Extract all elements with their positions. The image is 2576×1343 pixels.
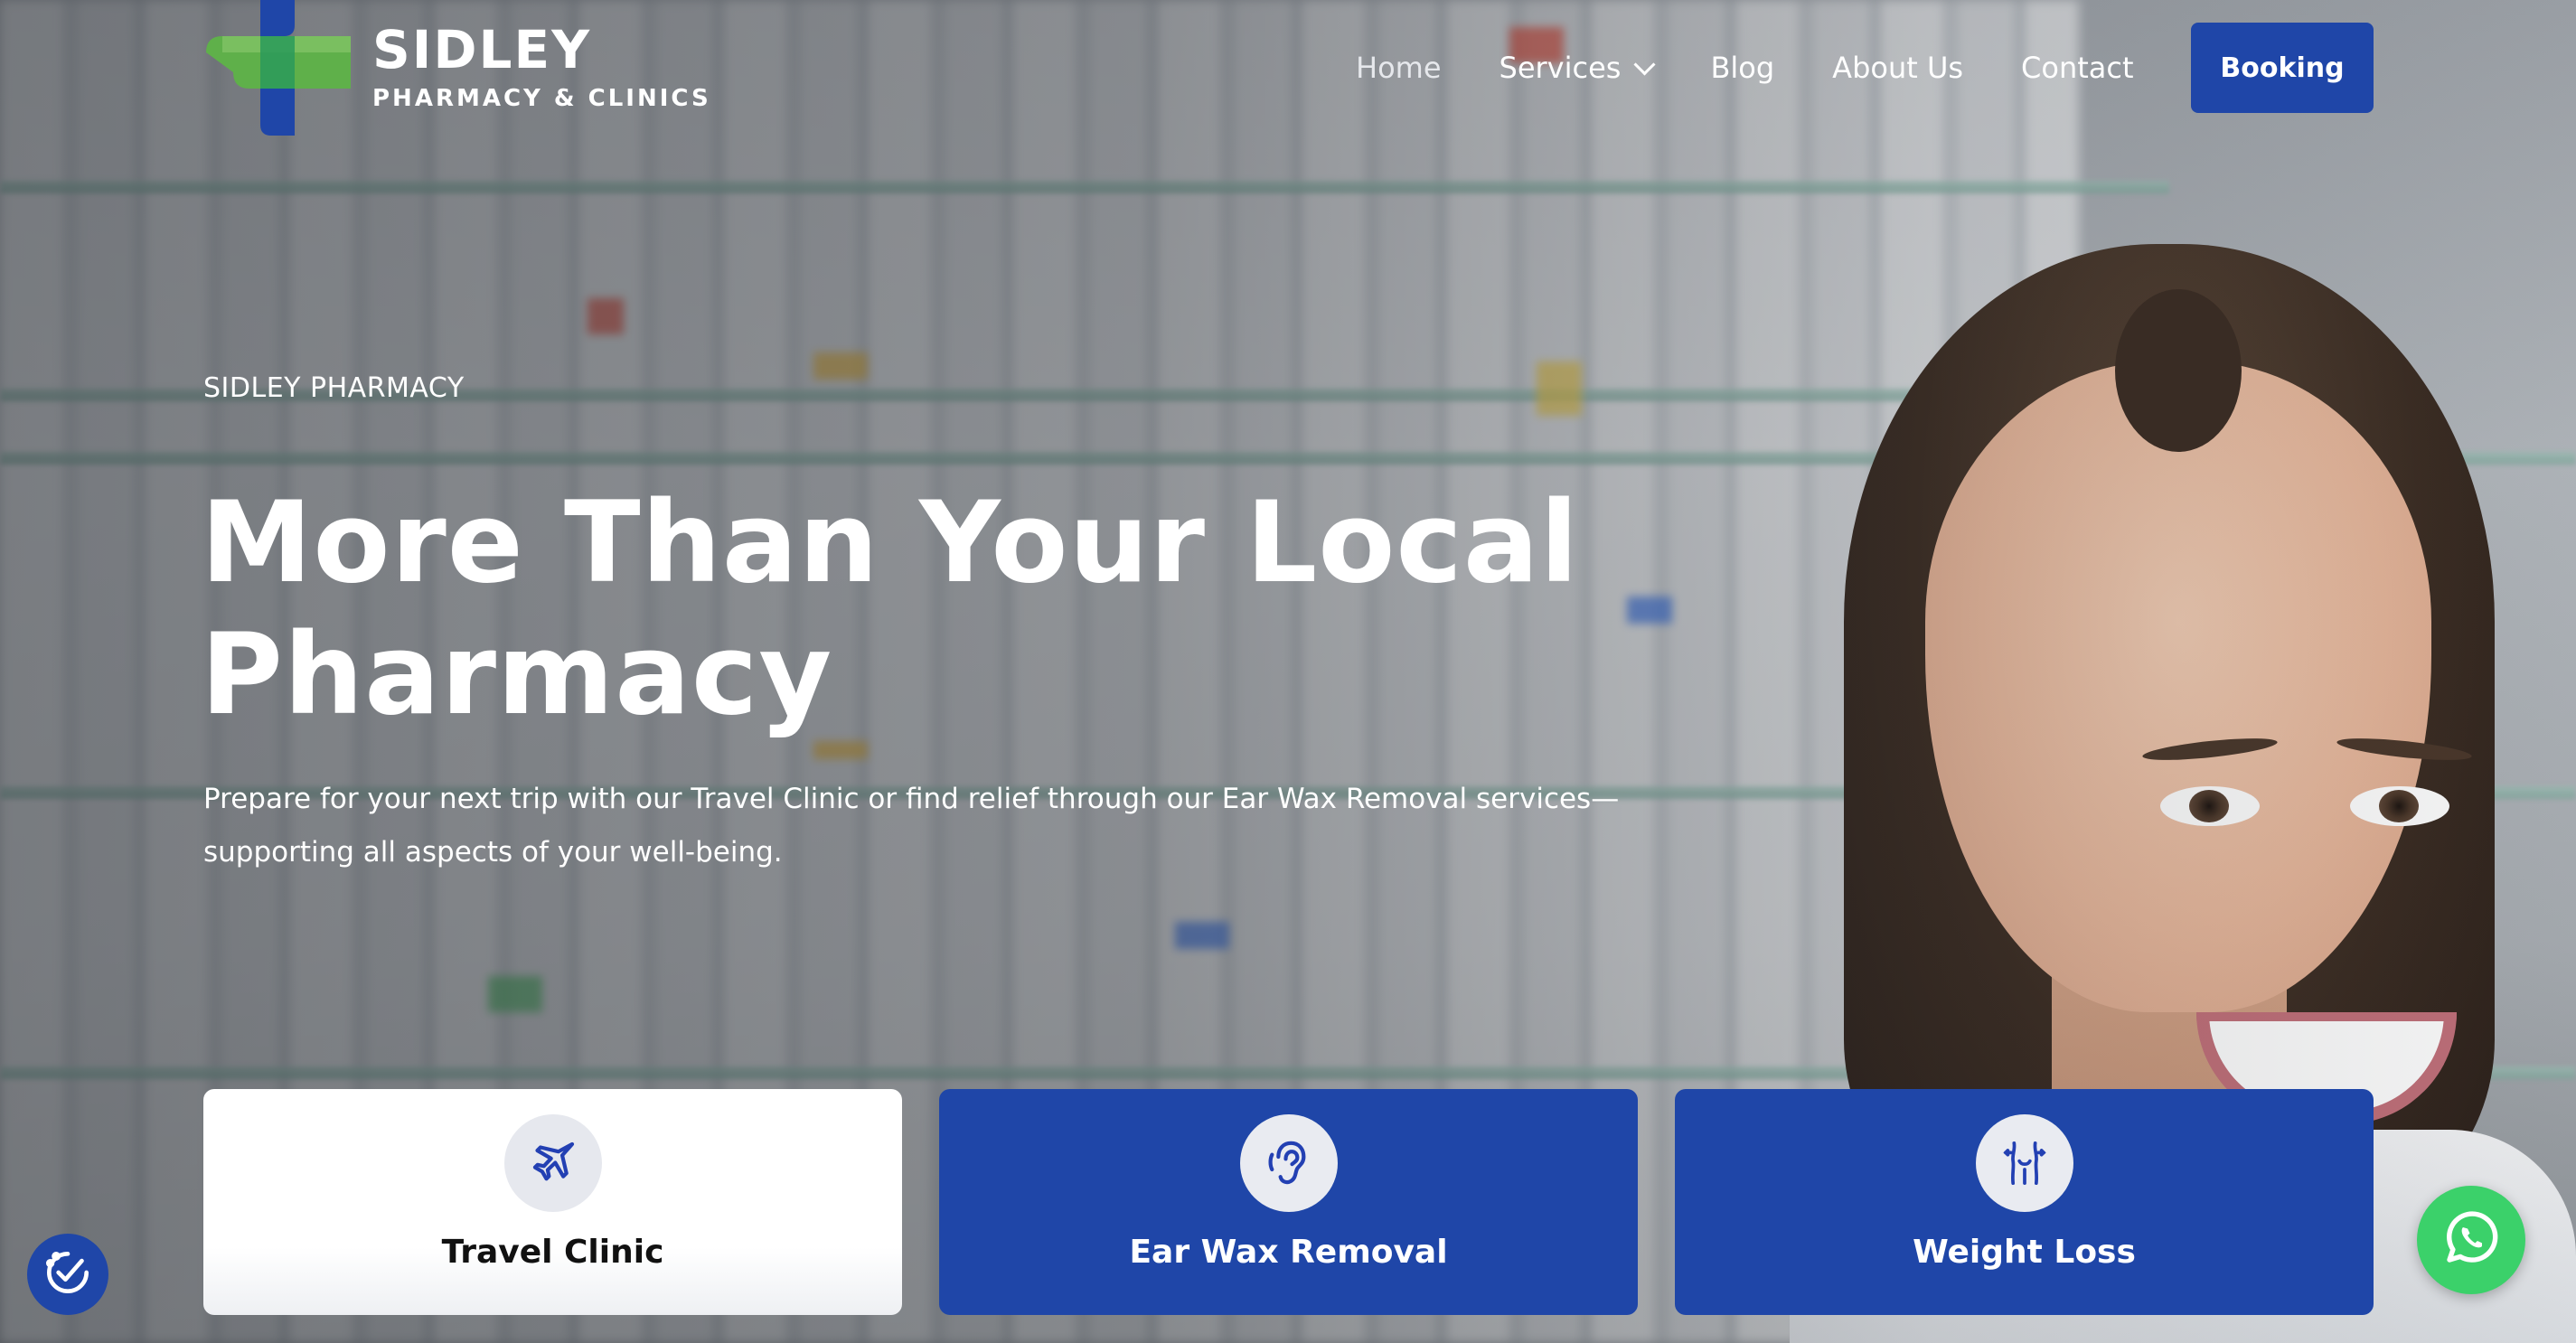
- service-card-ear-wax-removal[interactable]: Ear Wax Removal: [939, 1089, 1638, 1315]
- service-card-label: Ear Wax Removal: [1129, 1234, 1448, 1271]
- service-card-label: Travel Clinic: [441, 1234, 664, 1271]
- hero-title: More Than Your Local Pharmacy: [201, 477, 1737, 741]
- whatsapp-button[interactable]: [2417, 1186, 2525, 1294]
- service-card-label: Weight Loss: [1913, 1234, 2136, 1271]
- hero-description: Prepare for your next trip with our Trav…: [203, 783, 1620, 869]
- cross-logo-icon: [206, 0, 351, 136]
- brand-subtitle: PHARMACY & CLINICS: [372, 85, 711, 112]
- service-card-travel-clinic[interactable]: Travel Clinic: [203, 1089, 902, 1315]
- logo-text: SIDLEY PHARMACY & CLINICS: [372, 23, 711, 112]
- nav-item-blog[interactable]: Blog: [1710, 51, 1774, 85]
- booking-button[interactable]: Booking: [2191, 23, 2374, 113]
- service-card-weight-loss[interactable]: Weight Loss: [1675, 1089, 2374, 1315]
- whatsapp-icon: [2439, 1206, 2504, 1274]
- nav-item-services[interactable]: Services: [1499, 51, 1656, 85]
- site-logo[interactable]: SIDLEY PHARMACY & CLINICS: [206, 0, 712, 136]
- ear-icon: [1239, 1114, 1338, 1212]
- hero-title-line-1: More Than Your Local: [201, 478, 1580, 608]
- accessibility-button[interactable]: [27, 1234, 108, 1315]
- brand-name: SIDLEY: [372, 19, 592, 80]
- nav-item-contact[interactable]: Contact: [2021, 51, 2134, 85]
- hero-title-line-2: Pharmacy: [201, 610, 833, 740]
- nav-item-home[interactable]: Home: [1356, 51, 1442, 85]
- body-waist-icon: [1975, 1114, 2073, 1212]
- nav-item-about-us[interactable]: About Us: [1832, 51, 1963, 85]
- nav-item-label: Services: [1499, 51, 1622, 85]
- hero-eyebrow: SIDLEY PHARMACY: [203, 372, 465, 404]
- airplane-icon: [503, 1114, 602, 1212]
- chevron-down-icon: [1633, 52, 1656, 76]
- accessibility-icon: [40, 1244, 96, 1304]
- site-header: SIDLEY PHARMACY & CLINICS Home Services …: [0, 0, 2576, 136]
- main-nav: Home Services Blog About Us Contact: [1356, 20, 2192, 116]
